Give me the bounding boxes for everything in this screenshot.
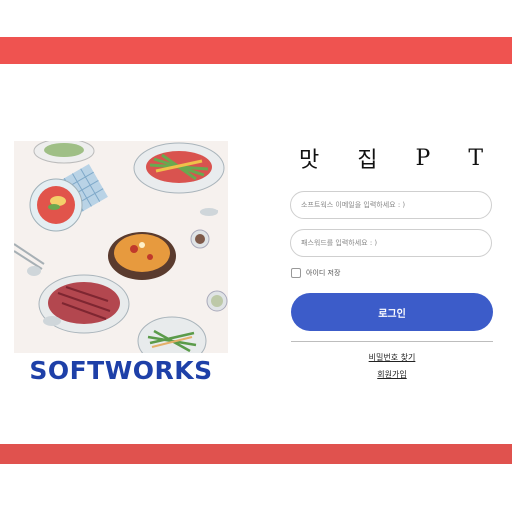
app-title: 맛 집 P T [291, 143, 491, 174]
food-illustration [14, 141, 228, 353]
find-password-link[interactable]: 비밀번호 찾기 [291, 352, 493, 363]
remember-id[interactable]: 아이디 저장 [291, 268, 340, 278]
app-title-char-2: 집 [357, 148, 378, 173]
remember-id-label: 아이디 저장 [306, 269, 341, 277]
login-button[interactable]: 로그인 [291, 293, 493, 331]
app-title-char-3: P [415, 145, 431, 171]
app-title-char-4: T [468, 145, 483, 171]
remember-id-checkbox[interactable] [291, 268, 301, 278]
password-input[interactable] [290, 229, 492, 257]
divider [291, 341, 493, 342]
signup-link[interactable]: 회원가입 [291, 369, 493, 380]
app-title-char-1: 맛 [299, 148, 320, 173]
food-illustration-graphic [14, 141, 228, 353]
top-accent-band [0, 37, 512, 64]
bottom-accent-band [0, 444, 512, 464]
email-input[interactable] [290, 191, 492, 219]
brand-logo: SOFTWORKS [29, 356, 213, 385]
